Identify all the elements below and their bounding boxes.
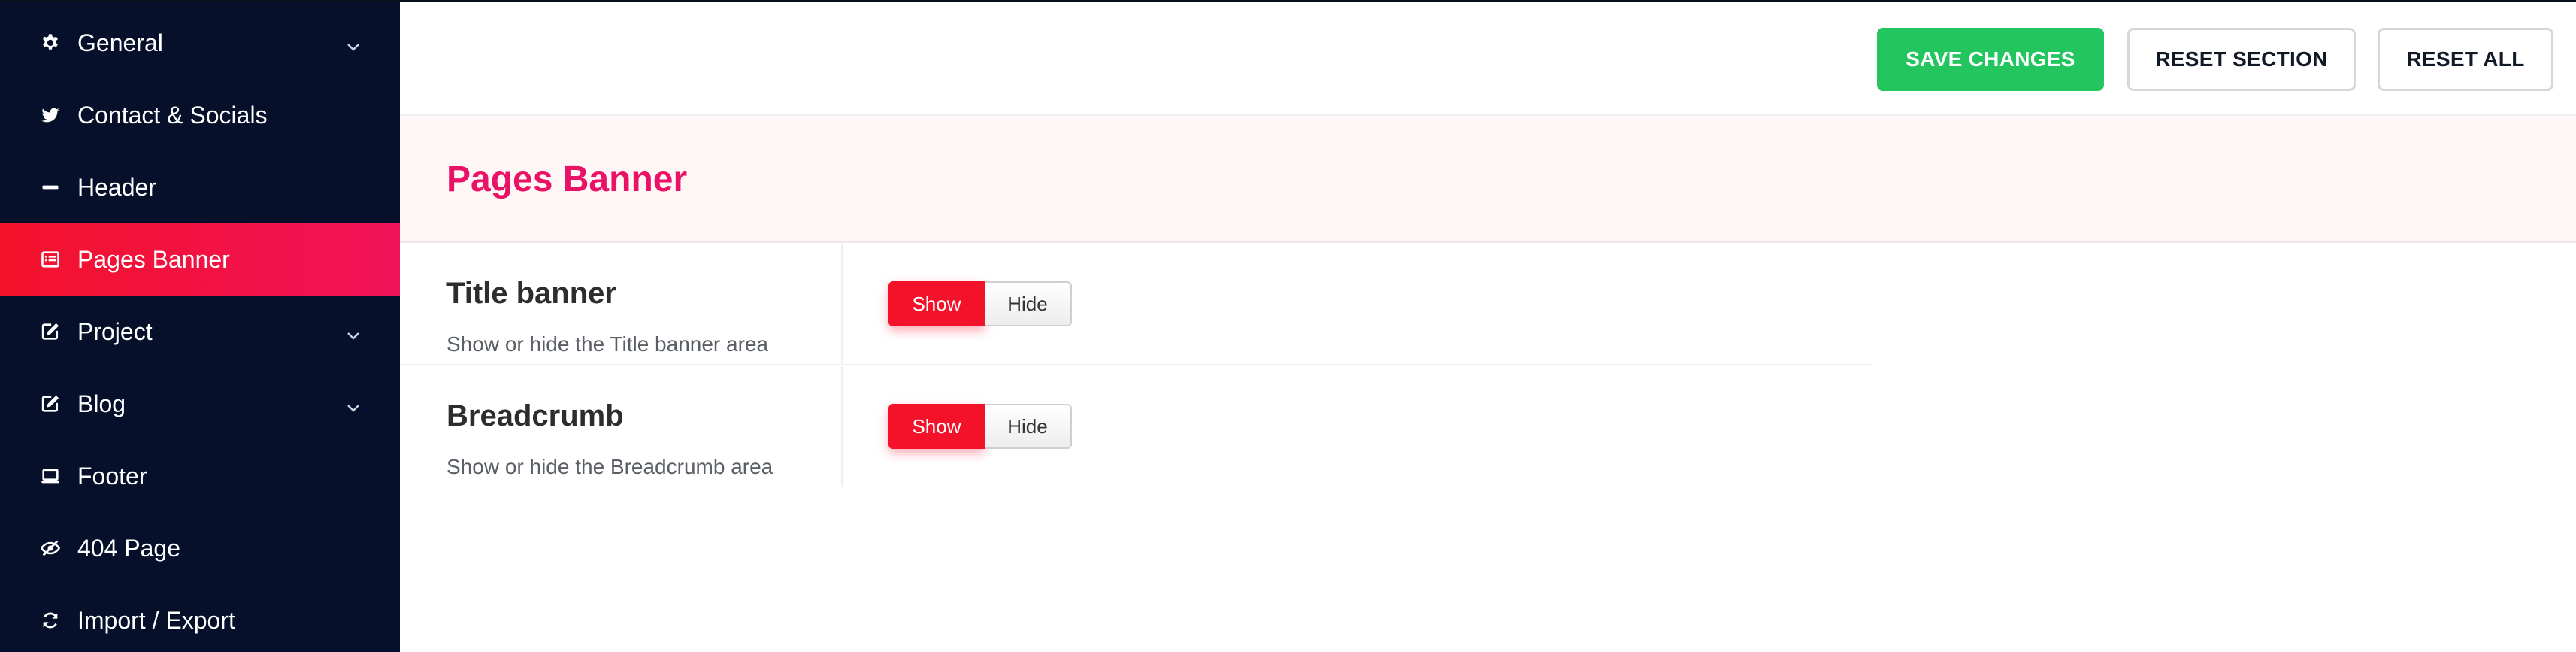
- sidebar-item-footer[interactable]: Footer: [0, 440, 400, 512]
- option-label-column: Title banner Show or hide the Title bann…: [400, 244, 843, 364]
- option-title: Title banner: [446, 277, 616, 310]
- breadcrumb-toggle: Show Hide: [888, 404, 1072, 449]
- sidebar-item-blog[interactable]: Blog: [0, 368, 400, 440]
- show-button[interactable]: Show: [888, 404, 985, 449]
- option-label-column: Breadcrumb Show or hide the Breadcrumb a…: [400, 366, 843, 487]
- option-description: Show or hide the Breadcrumb area: [446, 455, 773, 478]
- hide-button[interactable]: Hide: [985, 404, 1072, 449]
- minus-icon: [39, 176, 62, 199]
- reset-section-button[interactable]: RESET SECTION: [2127, 28, 2356, 91]
- show-button[interactable]: Show: [888, 281, 985, 326]
- sidebar-item-404-page[interactable]: 404 Page: [0, 512, 400, 584]
- option-description: Show or hide the Title banner area: [446, 332, 769, 356]
- edit-icon: [39, 320, 62, 343]
- sidebar-item-label: Header: [77, 174, 156, 201]
- sidebar-item-header[interactable]: Header: [0, 151, 400, 223]
- sidebar-item-project[interactable]: Project: [0, 296, 400, 368]
- option-row-title-banner: Title banner Show or hide the Title bann…: [400, 244, 1873, 365]
- gear-icon: [39, 32, 62, 54]
- sidebar-item-label: Footer: [77, 462, 147, 490]
- sidebar-item-contact-socials[interactable]: Contact & Socials: [0, 79, 400, 151]
- sidebar-item-import-export[interactable]: Import / Export: [0, 584, 400, 652]
- hide-button[interactable]: Hide: [985, 281, 1072, 326]
- sidebar-item-label: Blog: [77, 390, 126, 417]
- edit-icon: [39, 393, 62, 415]
- sidebar-item-pages-banner[interactable]: Pages Banner: [0, 223, 400, 296]
- laptop-icon: [39, 465, 62, 487]
- sidebar-item-label: Contact & Socials: [77, 102, 268, 129]
- chevron-down-icon: [344, 323, 362, 341]
- options-page: General Contact & Socials Header Pages B…: [0, 0, 2576, 652]
- section-header: Pages Banner: [400, 117, 2576, 243]
- sidebar-item-label: Pages Banner: [77, 246, 230, 273]
- sidebar-item-label: General: [77, 29, 163, 56]
- reset-all-button[interactable]: RESET ALL: [2378, 28, 2553, 91]
- refresh-icon: [39, 609, 62, 632]
- sidebar-item-general[interactable]: General: [0, 7, 400, 79]
- eye-slash-icon: [39, 537, 62, 560]
- chevron-down-icon: [344, 34, 362, 52]
- sidebar-item-label: 404 Page: [77, 535, 181, 562]
- title-banner-toggle: Show Hide: [888, 281, 1072, 326]
- option-row-breadcrumb: Breadcrumb Show or hide the Breadcrumb a…: [400, 366, 1873, 488]
- save-changes-button[interactable]: SAVE CHANGES: [1877, 28, 2104, 91]
- toolbar: SAVE CHANGES RESET SECTION RESET ALL: [400, 2, 2576, 116]
- chevron-down-icon: [344, 395, 362, 413]
- sidebar-item-label: Project: [77, 318, 153, 345]
- sidebar: General Contact & Socials Header Pages B…: [0, 2, 400, 652]
- option-title: Breadcrumb: [446, 399, 624, 432]
- sidebar-item-label: Import / Export: [77, 607, 235, 634]
- list-alt-icon: [39, 248, 62, 271]
- twitter-icon: [39, 104, 62, 126]
- page-title: Pages Banner: [446, 159, 688, 199]
- main-panel: SAVE CHANGES RESET SECTION RESET ALL Pag…: [400, 2, 2576, 652]
